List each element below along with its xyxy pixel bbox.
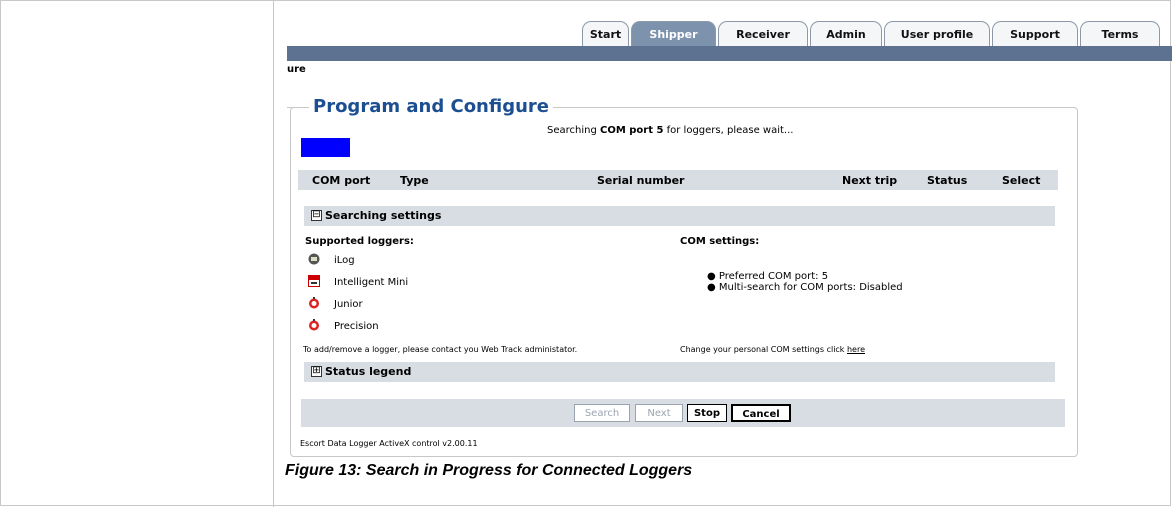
search-status-port: COM port 5 [600,125,664,136]
com-settings-title: COM settings: [680,236,760,247]
figure-caption: Figure 13: Search in Progress for Connec… [285,462,693,479]
tab-terms[interactable]: Terms [1080,21,1160,46]
search-status-prefix: Searching [547,125,600,136]
expand-icon[interactable]: ⊞ [311,366,322,377]
tab-admin[interactable]: Admin [810,21,882,46]
action-button-bar: Search Next Stop Cancel [301,399,1065,427]
column-com-port: COM port [312,174,371,187]
cancel-button[interactable]: Cancel [731,404,791,422]
searching-settings-label: Searching settings [325,209,442,222]
ilog-logger-icon [308,253,320,265]
logger-name: iLog [334,255,355,266]
tab-user-profile[interactable]: User profile [884,21,990,46]
searching-settings-header[interactable]: ⊟ Searching settings [304,206,1055,226]
collapse-icon[interactable]: ⊟ [311,210,322,221]
column-serial-number: Serial number [597,174,685,187]
junior-logger-icon [309,297,319,309]
column-select: Select [1002,174,1041,187]
change-com-note: Change your personal COM settings click … [680,345,865,354]
tab-receiver[interactable]: Receiver [718,21,808,46]
supported-loggers-title: Supported loggers: [305,236,414,247]
activex-version-footer: Escort Data Logger ActiveX control v2.00… [300,439,478,448]
column-status: Status [927,174,968,187]
intelligent-mini-logger-icon [308,275,320,287]
breadcrumb: ure [287,64,306,75]
change-com-link[interactable]: here [847,345,865,354]
status-legend-label: Status legend [325,365,412,378]
add-logger-note: To add/remove a logger, please contact y… [303,345,578,354]
tab-shipper[interactable]: Shipper [631,21,716,46]
search-status-suffix: for loggers, please wait... [663,125,794,136]
progress-indicator [301,138,350,157]
logger-table-header: COM port Type Serial number Next trip St… [298,170,1058,190]
logger-name: Junior [334,299,363,310]
tab-support[interactable]: Support [992,21,1078,46]
stop-button[interactable]: Stop [687,404,727,422]
tab-bar [287,46,1172,61]
com-setting-item: ● Multi-search for COM ports: Disabled [707,282,903,293]
panel-title: Program and Configure [309,96,553,117]
left-column [0,0,274,507]
com-settings-list: ● Preferred COM port: 5 ● Multi-search f… [707,271,903,293]
tab-start[interactable]: Start [582,21,629,46]
status-legend-header[interactable]: ⊞ Status legend [304,362,1055,382]
search-button[interactable]: Search [574,404,630,422]
logger-name: Precision [334,321,379,332]
column-next-trip: Next trip [842,174,898,187]
precision-logger-icon [309,319,319,331]
com-setting-item: ● Preferred COM port: 5 [707,271,829,282]
search-status: Searching COM port 5 for loggers, please… [547,125,793,136]
column-type: Type [400,174,429,187]
logger-name: Intelligent Mini [334,277,409,288]
next-button[interactable]: Next [635,404,683,422]
change-com-text: Change your personal COM settings click [680,345,847,354]
